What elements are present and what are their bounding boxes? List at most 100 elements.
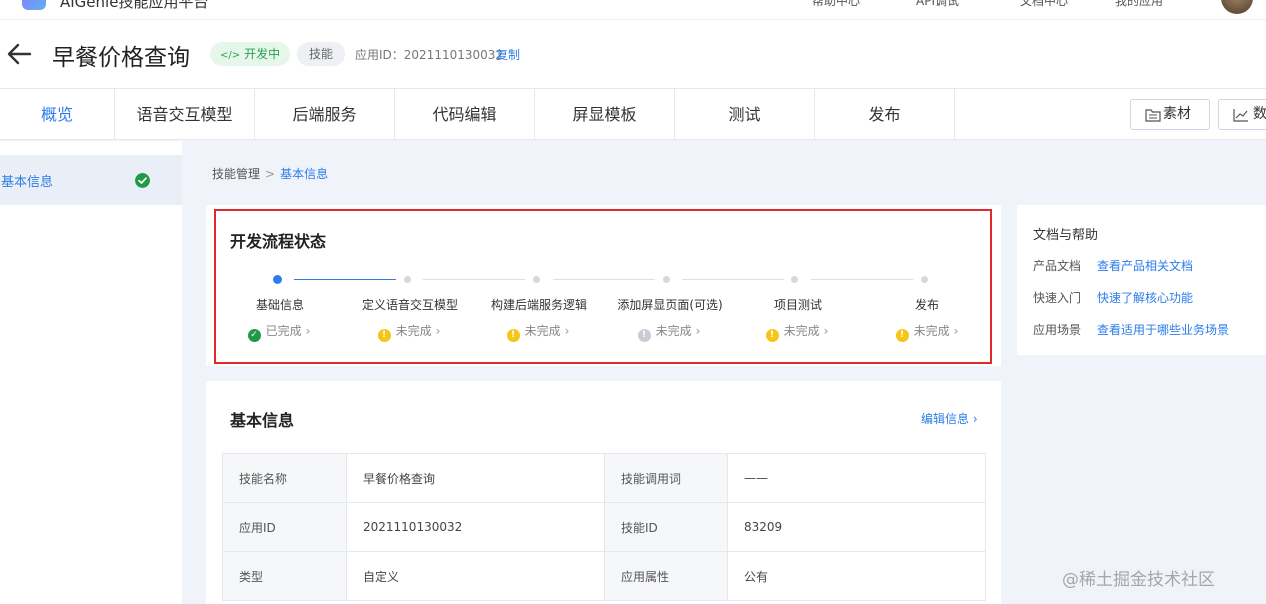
check-circle-icon: ✓ bbox=[247, 329, 261, 342]
table-key: 技能调用词 bbox=[604, 453, 728, 503]
breadcrumb-current: 基本信息 bbox=[280, 167, 329, 181]
chart-icon bbox=[1233, 109, 1248, 122]
table-value: 公有 bbox=[727, 551, 986, 601]
step-status-link[interactable]: ! 未完成 › bbox=[599, 322, 739, 342]
step-name: 添加屏显页面(可选) bbox=[617, 298, 723, 312]
step-dot-current bbox=[273, 275, 282, 284]
help-center-link[interactable]: 帮助中心 bbox=[812, 0, 860, 9]
step-status-label: 未完成 bbox=[524, 324, 561, 338]
help-key: 快速入门 bbox=[1033, 291, 1082, 305]
chevron-right-icon: › bbox=[564, 324, 570, 338]
warning-circle-icon: ! bbox=[377, 329, 391, 342]
table-row: 应用ID 2021110130032 技能ID 83209 bbox=[222, 502, 986, 552]
material-button[interactable]: 素材 bbox=[1130, 99, 1210, 130]
folder-icon bbox=[1145, 109, 1161, 122]
data-button[interactable]: 数据 bbox=[1218, 99, 1266, 130]
edit-info-button[interactable]: 编辑信息 › bbox=[921, 410, 978, 427]
step-status-link[interactable]: ! 未完成 › bbox=[727, 322, 867, 342]
basic-info-table: 技能名称 早餐价格查询 技能调用词 —— 应用ID 2021110130032 … bbox=[222, 453, 986, 601]
app-id-text: 应用ID：2021110130032 bbox=[355, 48, 504, 62]
step-dot bbox=[921, 276, 928, 283]
app-brand: AIGenie技能应用平台 bbox=[60, 0, 209, 11]
table-row: 技能名称 早餐价格查询 技能调用词 —— bbox=[222, 453, 986, 503]
step-status-label: 已完成 bbox=[265, 324, 302, 338]
app-top-bar: AIGenie技能应用平台 帮助中心 API调试 文档中心 我的应用 bbox=[0, 0, 1266, 20]
copy-button[interactable]: 复制 bbox=[496, 46, 520, 63]
step-connector bbox=[553, 279, 655, 280]
warning-circle-icon: ! bbox=[765, 329, 779, 342]
help-title: 文档与帮助 bbox=[1033, 228, 1099, 243]
warning-circle-icon: ! bbox=[895, 329, 909, 342]
chevron-right-icon: › bbox=[823, 324, 829, 338]
help-link-product-docs[interactable]: 查看产品相关文档 bbox=[1097, 257, 1193, 274]
step-status-label: 未完成 bbox=[395, 324, 432, 338]
breadcrumb-parent[interactable]: 技能管理 bbox=[212, 167, 260, 181]
table-row: 类型 自定义 应用属性 公有 bbox=[222, 551, 986, 601]
tab-publish[interactable]: 发布 bbox=[815, 89, 955, 140]
chevron-right-icon: › bbox=[953, 324, 959, 338]
api-debug-link[interactable]: API调试 bbox=[916, 0, 959, 9]
step-name: 项目测试 bbox=[773, 298, 822, 312]
step-name: 基础信息 bbox=[255, 298, 304, 312]
tab-code-edit[interactable]: 代码编辑 bbox=[395, 89, 535, 140]
tab-overview[interactable]: 概览 bbox=[0, 89, 115, 140]
step-status-link[interactable]: ! 未完成 › bbox=[468, 322, 608, 342]
step-name: 发布 bbox=[914, 298, 939, 312]
tab-test[interactable]: 测试 bbox=[675, 89, 815, 140]
table-key: 应用属性 bbox=[604, 551, 728, 601]
doc-center-link[interactable]: 文档中心 bbox=[1020, 0, 1068, 9]
step-dot bbox=[663, 276, 670, 283]
type-badge: 技能 bbox=[297, 42, 346, 66]
step-connector bbox=[811, 279, 913, 280]
tab-backend[interactable]: 后端服务 bbox=[255, 89, 395, 140]
step-status-label: 未完成 bbox=[655, 324, 692, 338]
process-title: 开发流程状态 bbox=[230, 232, 327, 251]
table-key: 应用ID bbox=[222, 502, 347, 552]
tab-display-template[interactable]: 屏显模板 bbox=[535, 89, 675, 140]
basic-info-title: 基本信息 bbox=[230, 411, 295, 430]
chevron-right-icon: › bbox=[695, 324, 701, 338]
page-title: 早餐价格查询 bbox=[52, 45, 190, 71]
table-value: 早餐价格查询 bbox=[346, 453, 605, 503]
step-status-link[interactable]: ✓ 已完成 › bbox=[209, 322, 349, 342]
chevron-right-icon: › bbox=[305, 324, 311, 338]
step-dot bbox=[533, 276, 540, 283]
main-tab-bar: 概览 语音交互模型 后端服务 代码编辑 屏显模板 测试 发布 素材 数据 bbox=[0, 88, 1266, 140]
table-value: —— bbox=[727, 453, 986, 503]
my-apps-link[interactable]: 我的应用 bbox=[1115, 0, 1163, 9]
table-value: 2021110130032 bbox=[346, 502, 605, 552]
table-key: 技能名称 bbox=[222, 453, 347, 503]
sidebar-item-basic-info[interactable]: 基本信息 bbox=[0, 155, 182, 205]
breadcrumb-separator: > bbox=[265, 167, 276, 181]
step-connector bbox=[423, 279, 525, 280]
step-name: 构建后端服务逻辑 bbox=[490, 298, 587, 312]
step-name: 定义语音交互模型 bbox=[361, 298, 458, 312]
breadcrumb: 技能管理 > 基本信息 bbox=[212, 165, 328, 182]
edit-info-label: 编辑信息 bbox=[921, 412, 970, 426]
step-status-link[interactable]: ! 未完成 › bbox=[857, 322, 997, 342]
app-logo-icon[interactable] bbox=[22, 0, 46, 10]
step-dot bbox=[404, 276, 411, 283]
help-link-quick-start[interactable]: 快速了解核心功能 bbox=[1097, 289, 1193, 306]
sidebar: 基本信息 bbox=[0, 141, 182, 604]
status-badge-label: 开发中 bbox=[244, 47, 281, 61]
info-circle-icon: ! bbox=[637, 329, 651, 342]
sidebar-item-label: 基本信息 bbox=[1, 175, 54, 190]
step-connector bbox=[682, 279, 784, 280]
code-icon: </> bbox=[220, 50, 241, 61]
table-value: 自定义 bbox=[346, 551, 605, 601]
step-status-link[interactable]: ! 未完成 › bbox=[339, 322, 479, 342]
watermark: @稀土掘金技术社区 bbox=[1062, 570, 1215, 590]
table-key: 技能ID bbox=[604, 502, 728, 552]
data-button-label: 数据 bbox=[1253, 106, 1266, 122]
help-link-scenarios[interactable]: 查看适用于哪些业务场景 bbox=[1097, 321, 1229, 338]
back-arrow-icon[interactable] bbox=[6, 42, 32, 66]
avatar[interactable] bbox=[1221, 0, 1253, 14]
step-status-label: 未完成 bbox=[913, 324, 950, 338]
tab-voice-model[interactable]: 语音交互模型 bbox=[115, 89, 255, 140]
check-circle-icon bbox=[135, 173, 150, 188]
help-key: 应用场景 bbox=[1033, 323, 1082, 337]
page-header: 早餐价格查询 </> 开发中 技能 应用ID：2021110130032 复制 bbox=[0, 20, 1266, 88]
status-badge: </> 开发中 bbox=[210, 42, 291, 66]
chevron-right-icon: › bbox=[435, 324, 441, 338]
